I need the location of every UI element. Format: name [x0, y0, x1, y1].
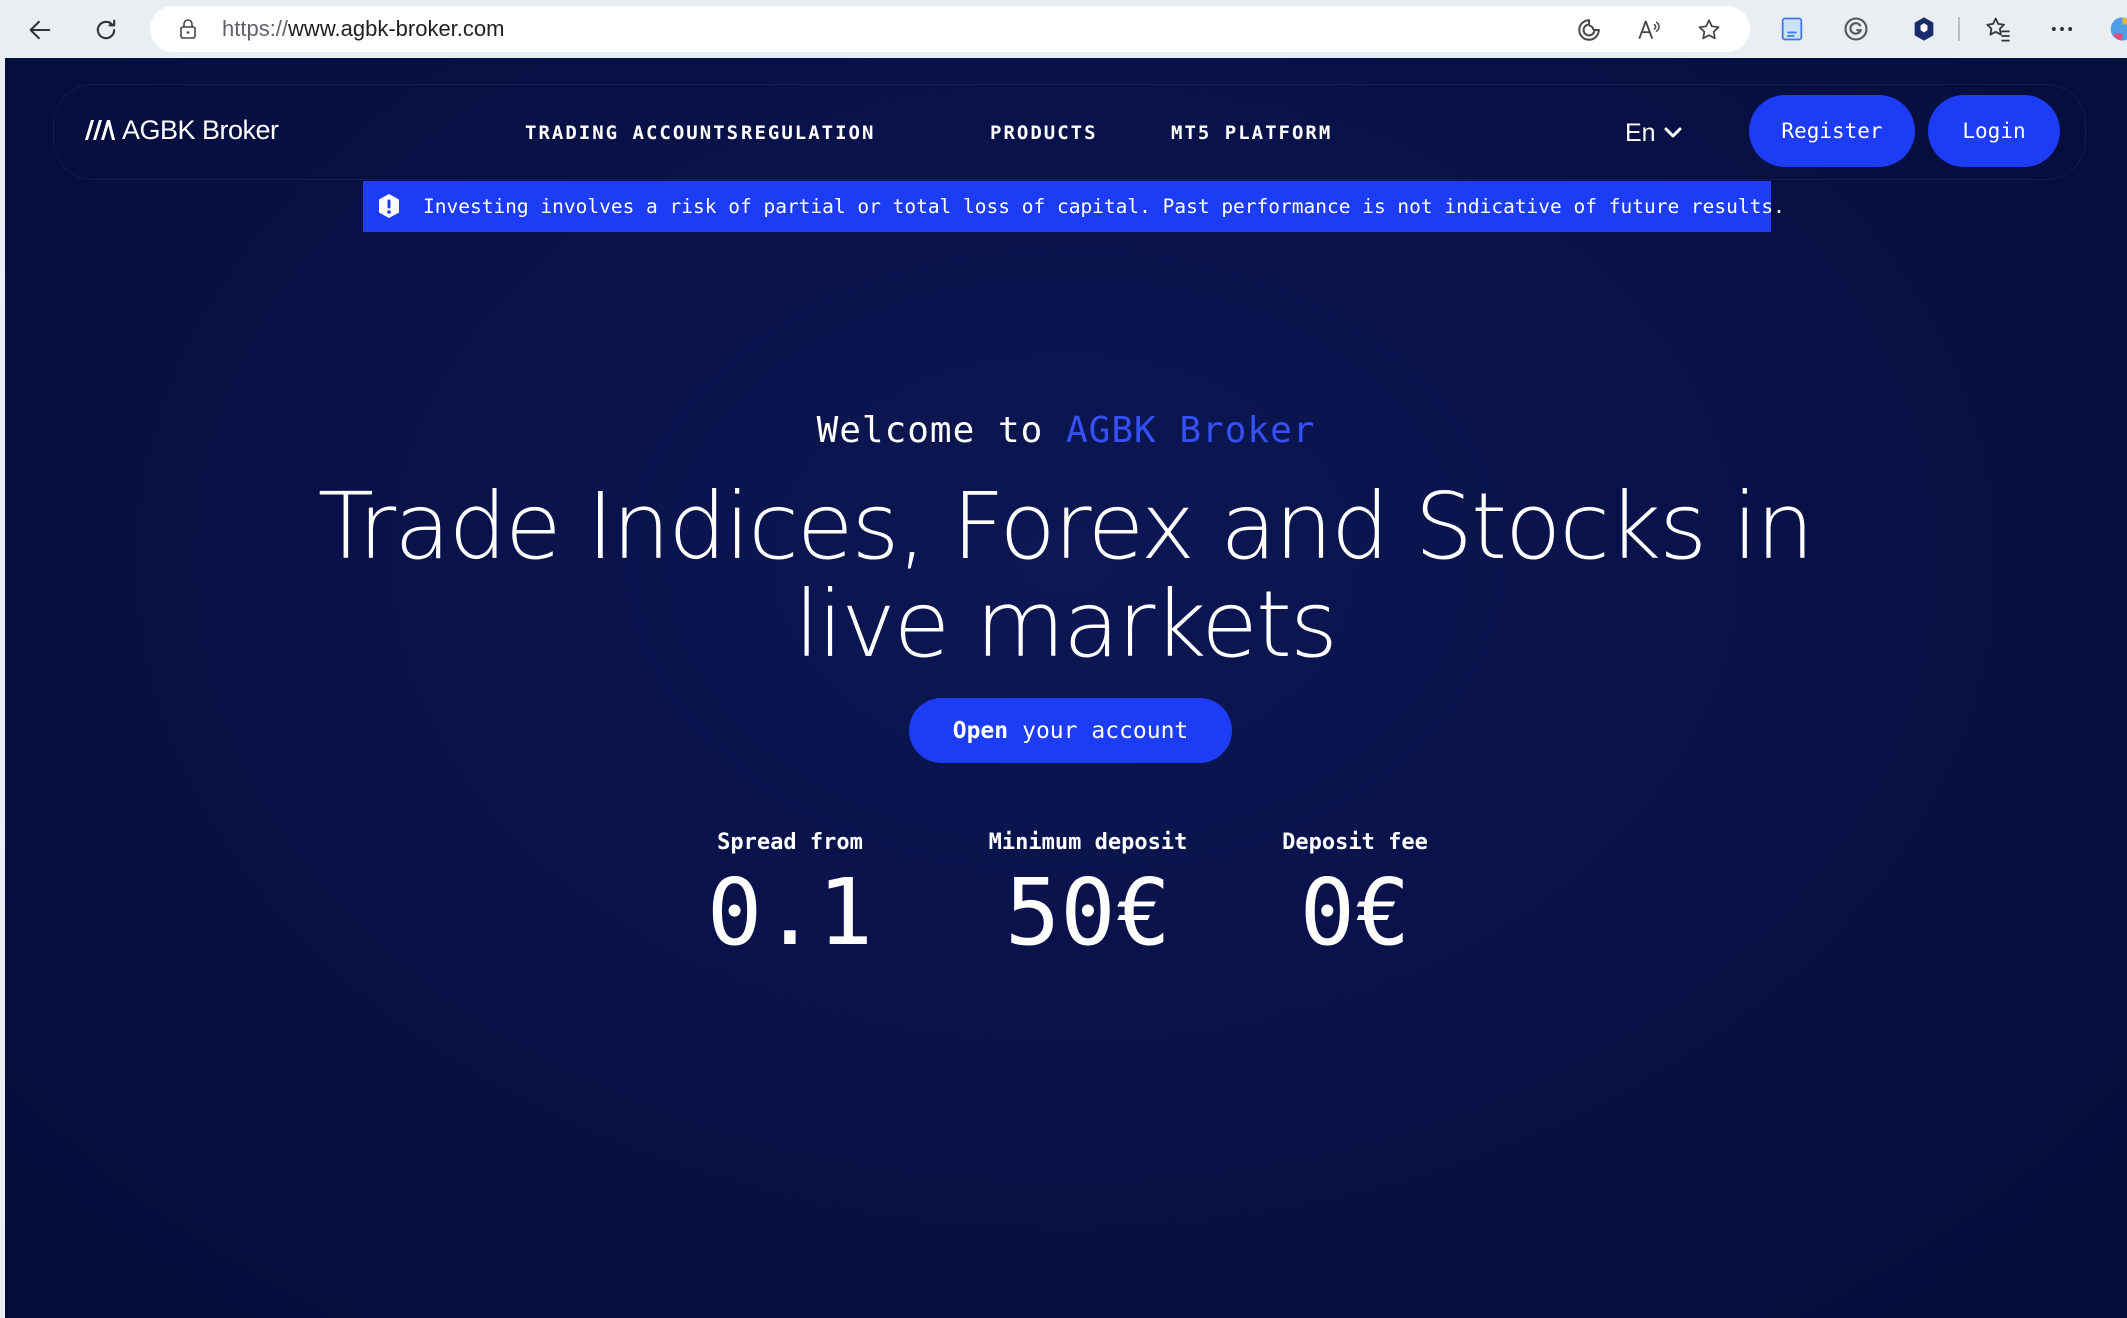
cta-rest-text: your account: [1022, 717, 1189, 744]
shield-extension-icon[interactable]: [1910, 15, 1938, 43]
nav-regulation[interactable]: REGULATION: [741, 85, 875, 181]
nav-mt5-platform[interactable]: MT5 PLATFORM: [1171, 85, 1332, 181]
arrow-left-icon: [29, 20, 51, 40]
welcome-brand: AGBK Broker: [1066, 410, 1316, 451]
url-text[interactable]: https://www.agbk-broker.com: [222, 6, 504, 52]
language-selector[interactable]: En: [1625, 115, 1682, 151]
chevron-down-icon: [1664, 127, 1682, 138]
hero-headline: Trade Indices, Forex and Stocks in live …: [265, 478, 1865, 674]
agbk-logo-icon: [85, 120, 115, 140]
read-aloud-icon[interactable]: [1636, 17, 1662, 43]
grammarly-icon[interactable]: [1842, 15, 1870, 43]
url-protocol: https://: [222, 16, 289, 41]
login-button[interactable]: Login: [1928, 95, 2060, 167]
stat-label: Spread from: [717, 830, 863, 855]
register-button[interactable]: Register: [1749, 95, 1915, 167]
reload-button[interactable]: [86, 10, 126, 50]
reload-icon: [96, 19, 116, 40]
logo-text: AGBK Broker: [122, 114, 279, 145]
welcome-heading: Welcome to AGBK Broker: [5, 410, 2127, 451]
cta-strong-text: Open: [952, 717, 1009, 744]
headline-line-2: live markets: [794, 571, 1338, 678]
copilot-icon[interactable]: [2106, 15, 2127, 43]
stat-value: 50€: [1004, 859, 1172, 966]
url-host: www.agbk-broker.com: [288, 16, 505, 41]
stat-value: 0.1: [706, 859, 874, 966]
site-header: AGBK Broker TRADING ACCOUNTS REGULATION …: [53, 84, 2086, 180]
welcome-prefix: Welcome to: [816, 410, 1044, 451]
toolbar-divider: [1958, 17, 1960, 41]
address-bar[interactable]: https://www.agbk-broker.com: [150, 6, 1750, 52]
headline-line-1: Trade Indices, Forex and Stocks in: [317, 473, 1815, 580]
language-label: En: [1625, 118, 1656, 147]
nav-trading-accounts[interactable]: TRADING ACCOUNTS: [525, 85, 740, 181]
page-viewport: AGBK Broker TRADING ACCOUNTS REGULATION …: [5, 58, 2127, 1318]
edge-refresh-icon[interactable]: [1576, 17, 1602, 43]
browser-toolbar: https://www.agbk-broker.com: [0, 0, 2127, 58]
favorite-star-icon[interactable]: [1696, 17, 1722, 43]
back-button[interactable]: [20, 10, 60, 50]
favorites-icon[interactable]: [1984, 15, 2012, 43]
stat-value: 0€: [1299, 859, 1411, 966]
stat-deposit-fee: Deposit fee 0€: [1255, 830, 1455, 963]
stat-minimum-deposit: Minimum deposit 50€: [958, 830, 1218, 963]
site-logo[interactable]: AGBK Broker: [84, 113, 279, 147]
nav-products[interactable]: PRODUCTS: [990, 85, 1098, 181]
document-extension-icon[interactable]: [1778, 15, 1806, 43]
lock-icon: [180, 19, 196, 39]
stat-spread: Spread from 0.1: [690, 830, 890, 963]
warning-shield-icon: [379, 194, 399, 218]
stat-label: Minimum deposit: [988, 830, 1188, 855]
risk-warning-banner: Investing involves a risk of partial or …: [363, 181, 1785, 232]
more-options-icon[interactable]: [2048, 15, 2076, 43]
open-account-button[interactable]: Open your account: [909, 698, 1232, 763]
risk-warning-text: Investing involves a risk of partial or …: [423, 195, 1785, 218]
stat-label: Deposit fee: [1282, 830, 1428, 855]
